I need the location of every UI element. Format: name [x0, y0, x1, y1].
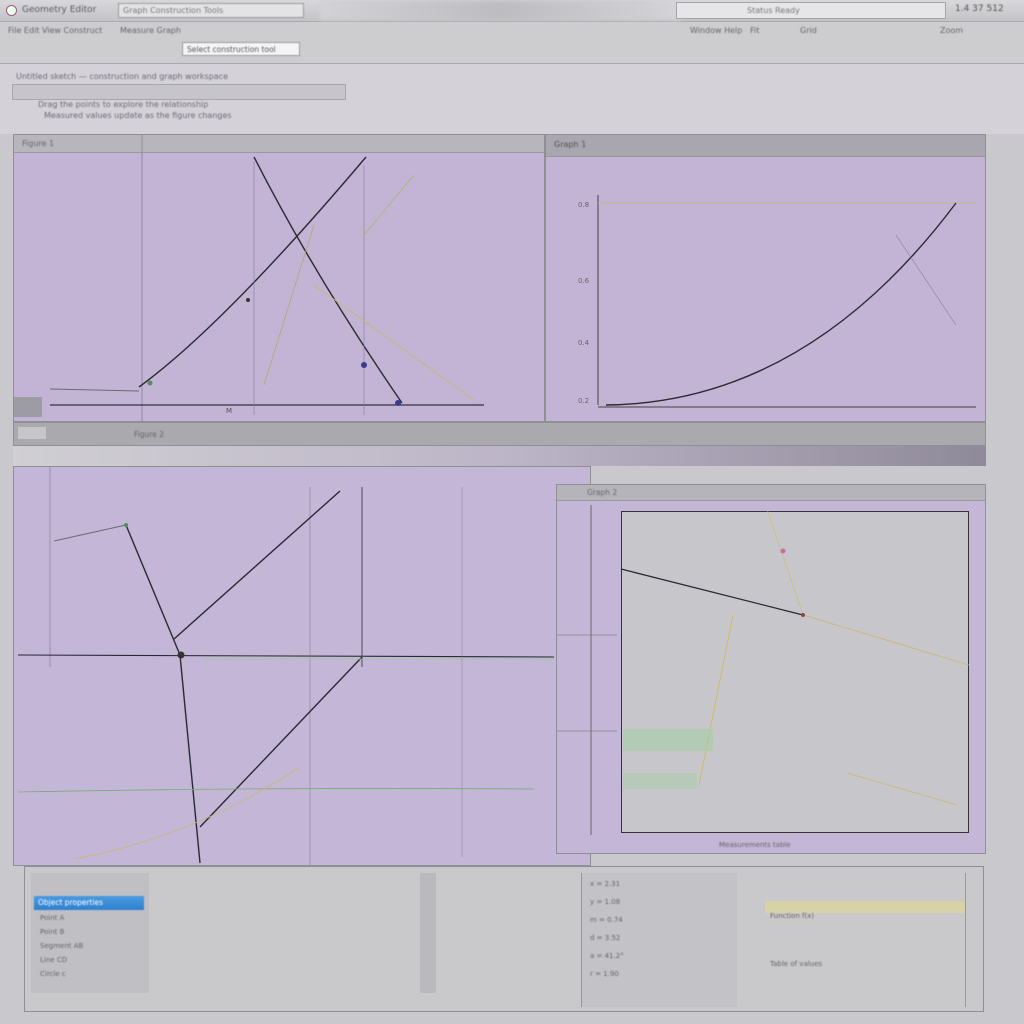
construction-figure-1[interactable]: M: [14, 135, 546, 423]
measurement-value: d = 3.52: [590, 934, 621, 942]
separator-label: Figure 2: [134, 430, 165, 439]
measurement-value: r = 1.90: [590, 970, 619, 978]
header-line: Drag the points to explore the relations…: [38, 100, 209, 109]
list-item[interactable]: Point A: [40, 914, 64, 922]
list-item[interactable]: Segment AB: [40, 942, 83, 950]
measurement-value: y = 1.08: [590, 898, 621, 906]
list-item[interactable]: Point B: [40, 928, 64, 936]
window-title: Geometry Editor: [22, 5, 97, 15]
document-header: Untitled sketch — construction and graph…: [0, 64, 1024, 134]
toolbar: File Edit View Construct Measure Graph W…: [0, 22, 1024, 64]
y-tick: 0.4: [578, 339, 590, 347]
graph-panel-1[interactable]: Graph 1 0.8 0.6 0.4 0.2: [545, 134, 986, 422]
title-field[interactable]: Graph Construction Tools: [118, 3, 304, 18]
graph-plot-1[interactable]: 0.8 0.6 0.4 0.2: [546, 135, 987, 423]
svg-text:M: M: [226, 407, 232, 415]
menu-item[interactable]: File Edit View Construct: [8, 26, 102, 35]
figure-panel-2[interactable]: [13, 466, 592, 867]
function-rows: Function f(x) Table of values: [770, 910, 960, 980]
list-item[interactable]: Line CD: [40, 956, 67, 964]
graph-plot-2[interactable]: [557, 485, 987, 855]
panel-badge: [14, 397, 42, 417]
y-tick: 0.2: [578, 397, 589, 405]
graph-caption: Measurements table: [719, 841, 791, 849]
selected-object-item[interactable]: Object properties: [34, 896, 144, 910]
scrollbar[interactable]: [420, 873, 436, 993]
panel-separator: Figure 2: [13, 422, 986, 446]
toolbar-label[interactable]: Grid: [800, 26, 817, 35]
list-item[interactable]: Table of values: [770, 960, 822, 968]
list-item[interactable]: Circle c: [40, 970, 66, 978]
toolbar-label[interactable]: Fit: [750, 26, 759, 35]
status-field: Status Ready: [676, 2, 946, 19]
panel-divider: [965, 873, 966, 1007]
object-rows: Point A Point B Segment AB Line CD Circl…: [40, 914, 280, 994]
measurement-value: x = 2.31: [590, 880, 621, 888]
header-line: Measured values update as the figure cha…: [44, 111, 232, 120]
menu-item[interactable]: Measure Graph: [120, 26, 181, 35]
construction-figure-2[interactable]: [14, 467, 592, 867]
toolbar-label[interactable]: Zoom: [940, 26, 963, 35]
list-item[interactable]: Function f(x): [770, 912, 814, 920]
title-bar-fill: [320, 0, 680, 20]
y-tick: 0.6: [578, 277, 590, 285]
measurement-rows: x = 2.31 y = 1.08 m = 0.74 d = 3.52 a = …: [590, 876, 740, 1006]
panel-header-strip: [13, 446, 986, 466]
header-line: Untitled sketch — construction and graph…: [16, 72, 228, 81]
tool-mode-field[interactable]: Select construction tool: [182, 42, 300, 56]
measurement-value: m = 0.74: [590, 916, 623, 924]
separator-tab[interactable]: [18, 427, 46, 439]
y-tick: 0.8: [578, 201, 589, 209]
app-icon: [6, 5, 17, 16]
figure-panel-1[interactable]: Figure 1 M: [13, 134, 546, 423]
menu-item[interactable]: Window Help: [690, 26, 742, 35]
status-text: Status Ready: [747, 6, 800, 15]
window-stats: 1.4 37 512: [955, 4, 1004, 14]
measurement-value: a = 41.2°: [590, 952, 624, 960]
graph-panel-2[interactable]: Graph 2 Measurements table: [556, 484, 986, 854]
